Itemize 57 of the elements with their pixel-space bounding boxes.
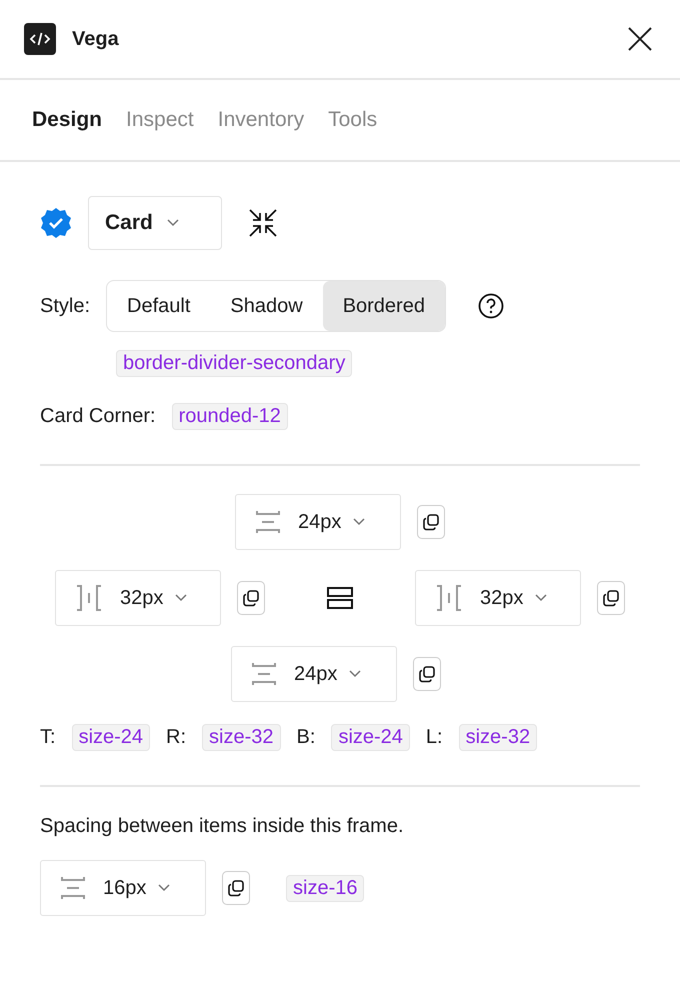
spacing-value: 24px [294, 662, 338, 686]
collapse-arrows-icon[interactable] [248, 208, 278, 238]
component-select[interactable]: Card [88, 196, 222, 250]
chevron-down-icon [535, 594, 548, 602]
copy-button[interactable] [222, 871, 250, 905]
side-label: R: [166, 726, 186, 749]
copy-icon [418, 665, 436, 683]
code-icon [24, 23, 56, 55]
close-button[interactable] [628, 27, 652, 51]
spacing-select[interactable]: 32px [55, 570, 221, 626]
spacing-select[interactable]: 16px [40, 860, 206, 916]
horizontal-spacing-icon [436, 585, 462, 611]
token-tag: size-32 [458, 724, 538, 751]
token-tag: size-16 [286, 874, 364, 902]
spacing-value: 16px [103, 876, 146, 900]
help-icon[interactable] [478, 293, 504, 319]
spacing-select[interactable]: 24px [235, 494, 401, 550]
copy-icon [602, 589, 620, 607]
side-label: B: [296, 726, 316, 749]
spacing-select[interactable]: 24px [231, 646, 397, 702]
chevron-down-icon [166, 219, 179, 227]
spacing-value: 32px [480, 586, 524, 610]
side-label: T: [40, 726, 56, 749]
token-tag: rounded-12 [172, 403, 288, 430]
token-tag: size-24 [72, 724, 150, 751]
spacing-select[interactable]: 32px [415, 570, 581, 626]
chevron-down-icon [353, 518, 366, 526]
copy-button[interactable] [413, 657, 441, 691]
chevron-down-icon [158, 884, 170, 892]
style-option[interactable]: Shadow [210, 281, 323, 331]
token-tag: size-32 [202, 724, 281, 751]
component-name: Card [105, 211, 153, 235]
copy-button[interactable] [237, 581, 265, 615]
vertical-spacing-icon [256, 510, 280, 534]
side-label: L: [426, 726, 443, 749]
vertical-spacing-icon [252, 662, 276, 686]
gap-description: Spacing between items inside this frame. [40, 815, 405, 838]
style-label: Style: [40, 294, 90, 318]
style-option[interactable]: Bordered [322, 281, 445, 331]
vertical-spacing-icon [61, 876, 85, 900]
horizontal-spacing-icon [76, 585, 102, 611]
copy-button[interactable] [417, 505, 445, 539]
corner-label: Card Corner: [40, 405, 156, 428]
stacked-rows-icon [327, 587, 353, 609]
spacing-value: 24px [298, 510, 342, 534]
copy-icon [227, 879, 245, 897]
copy-icon [422, 513, 440, 531]
panel-title: Vega [72, 28, 120, 50]
style-option[interactable]: Default [107, 281, 210, 331]
token-tag: border-divider-secondary [116, 350, 352, 377]
chevron-down-icon [349, 670, 362, 678]
token-tag: size-24 [331, 724, 410, 751]
tab[interactable]: Design [32, 108, 102, 132]
chevron-down-icon [175, 594, 188, 602]
copy-button[interactable] [597, 581, 625, 615]
copy-icon [242, 589, 260, 607]
spacing-value: 32px [120, 586, 164, 610]
